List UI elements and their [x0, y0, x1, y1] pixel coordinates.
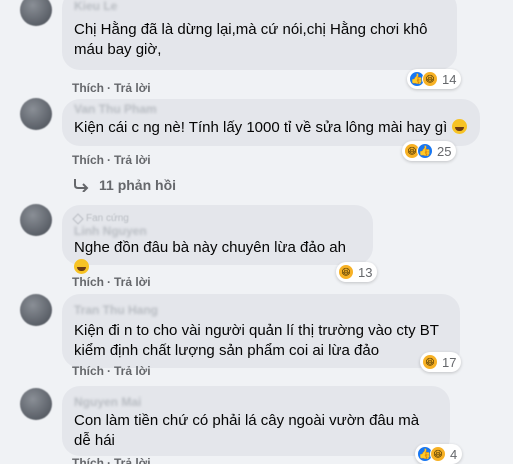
comment-text: Kiện đi n to cho vài người quản lí thị t…	[74, 322, 439, 359]
reply-arrow-icon	[74, 179, 89, 192]
grinning-sweat-emoji	[74, 259, 89, 274]
comment-text: Chị Hằng đã là dừng lại,mà cứ nói,chị Hằ…	[74, 21, 428, 58]
reaction-count: 25	[437, 143, 452, 159]
comment-author[interactable]: Linh Nguyen	[74, 225, 361, 237]
comment-bubble: Nguyen Mai Con làm tiền chứ có phải lá c…	[62, 386, 450, 456]
like-action[interactable]: Thích	[72, 81, 104, 95]
comment-author[interactable]: Nguyen Mai	[74, 394, 438, 410]
reply-action[interactable]: Trả lời	[114, 456, 151, 464]
comment-author[interactable]: Kieu Le	[74, 0, 445, 14]
reaction-summary[interactable]: 😆 👍 25	[402, 141, 457, 161]
like-icon: 👍	[417, 143, 433, 159]
avatar[interactable]	[20, 0, 52, 26]
reaction-count: 13	[358, 264, 373, 280]
comment-bubble: Van Thu Pham Kiện cái c ng nè! Tính lấy …	[62, 99, 480, 146]
haha-icon: 😆	[422, 71, 438, 87]
comment-actions: Thích · Trả lời	[72, 455, 151, 464]
reply-action[interactable]: Trả lời	[114, 81, 151, 95]
haha-icon: 😆	[430, 446, 446, 462]
comment-bubble: Kieu Le Chị Hằng đã là dừng lại,mà cứ nó…	[62, 0, 457, 70]
avatar[interactable]	[20, 388, 52, 420]
comment-text: Con làm tiền chứ có phải lá cây ngoài vư…	[74, 412, 420, 449]
comment-text: Kiện cái c ng nè! Tính lấy 1000 tỉ về sử…	[74, 118, 468, 138]
diamond-icon	[72, 213, 84, 225]
comment-actions: Thích · Trả lời	[72, 153, 151, 167]
grinning-sweat-emoji	[451, 119, 467, 134]
reaction-summary[interactable]: 😆 13	[336, 262, 378, 282]
comment-bubble: Tran Thu Hang Kiện đi n to cho vài người…	[62, 294, 460, 368]
replies-count: 11 phản hồi	[99, 177, 177, 193]
reply-action[interactable]: Trả lời	[114, 275, 151, 289]
comment-actions: Thích · Trả lời	[72, 364, 151, 378]
like-action[interactable]: Thích	[72, 364, 104, 378]
reaction-summary[interactable]: 👍 😆 14	[407, 69, 462, 89]
reaction-count: 17	[442, 354, 457, 370]
view-replies-link[interactable]: 11 phản hồi	[72, 177, 176, 193]
reaction-summary[interactable]: 😆 17	[420, 352, 462, 372]
reply-action[interactable]: Trả lời	[114, 364, 151, 378]
avatar[interactable]	[20, 294, 52, 326]
comment-author[interactable]: Van Thu Pham	[74, 101, 468, 117]
avatar[interactable]	[20, 98, 52, 130]
haha-icon: 😆	[422, 354, 438, 370]
comment-bubble: Fan cứng Linh Nguyen Nghe đồn đâu bà này…	[62, 205, 373, 274]
reaction-summary[interactable]: 👍 😆 4	[415, 444, 463, 464]
comment-text: Nghe đồn đâu bà này chuyên lừa đảo ah	[74, 238, 361, 278]
haha-icon: 😆	[338, 264, 354, 280]
reaction-count: 4	[450, 446, 458, 462]
like-action[interactable]: Thích	[72, 275, 104, 289]
comment-author[interactable]: Tran Thu Hang	[74, 302, 448, 318]
avatar[interactable]	[20, 204, 52, 236]
like-action[interactable]: Thích	[72, 456, 104, 464]
comment-actions: Thích · Trả lời	[72, 275, 151, 289]
like-action[interactable]: Thích	[72, 153, 104, 167]
comment-actions: Thích · Trả lời	[72, 81, 151, 95]
reply-action[interactable]: Trả lời	[114, 153, 151, 167]
reaction-count: 14	[442, 71, 457, 87]
